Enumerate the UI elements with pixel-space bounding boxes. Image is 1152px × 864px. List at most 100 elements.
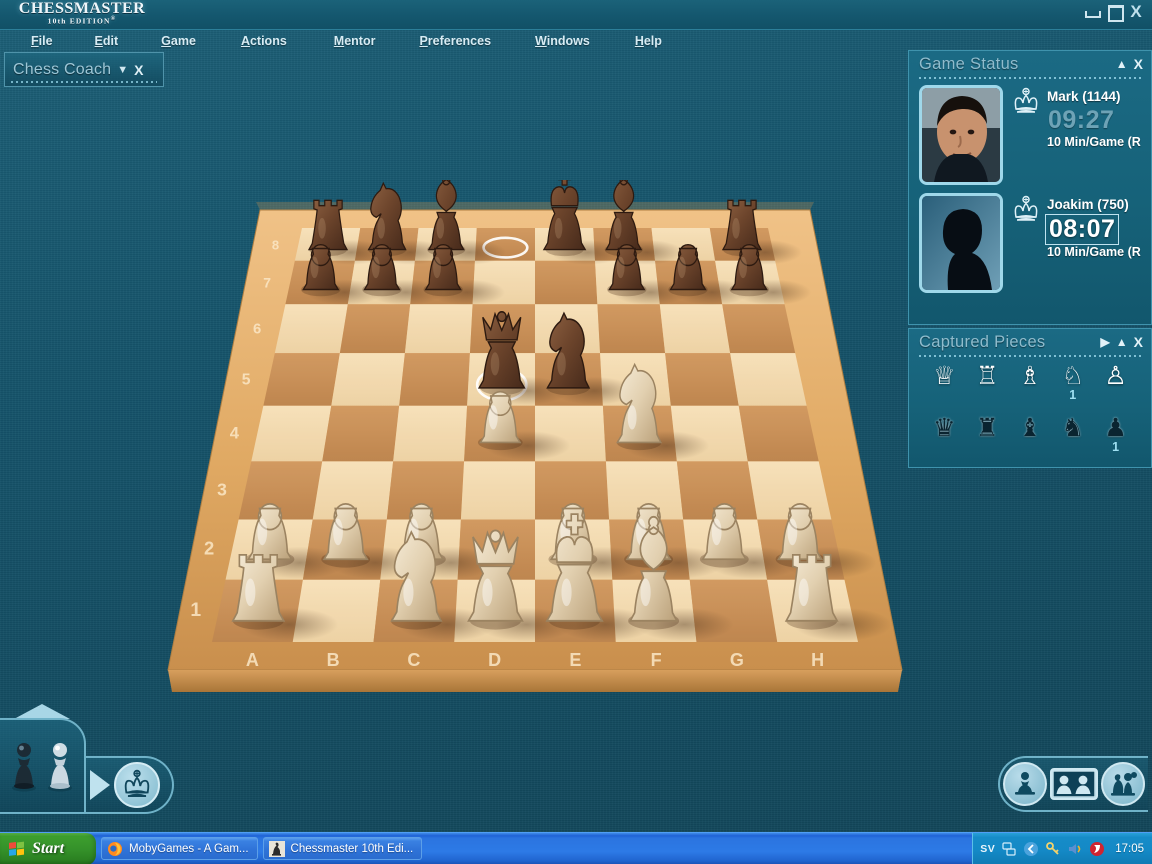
keys-icon[interactable] [1045,841,1061,857]
game-status-title: Game Status [919,54,1019,73]
white-rook-icon: ♖ [975,362,999,390]
captured-cell-white-knight: ♘ 1 [1056,363,1090,415]
captured-row-white: ♕ ♖ ♗ ♘ 1 ♙ [909,363,1151,415]
piece-body [307,199,349,251]
piece-highlight [433,256,441,279]
close-icon[interactable]: X [1128,3,1144,20]
logo-title: CHESSMASTER [18,0,146,17]
players-faces-button[interactable] [1050,768,1098,800]
chevron-right-icon[interactable]: ▶ [1101,335,1110,349]
speaker-icon[interactable] [1067,841,1083,857]
close-icon[interactable]: X [1134,334,1143,350]
piece-black-rook-H8[interactable] [721,199,763,251]
piece-highlight [554,217,563,239]
divider [11,81,157,83]
minimize-icon[interactable] [1084,5,1101,19]
expand-up-arrow-icon[interactable] [14,704,70,719]
player-name-black: Joakim (750) [1047,197,1129,212]
captured-cell-white-rook: ♖ [970,363,1004,415]
piece-highlight [257,518,268,546]
start-button[interactable]: Start [0,832,96,864]
piece-highlight [787,518,798,546]
maximize-icon[interactable] [1106,5,1124,22]
piece-body [367,181,407,251]
piece-highlight [482,578,493,607]
black-king-icon [1014,195,1038,221]
rank-label-8: 8 [272,237,279,252]
player-name-white: Mark (1144) [1047,89,1121,104]
piece-highlight [557,352,566,376]
captured-cell-black-bishop: ♝ [1013,415,1047,467]
piece-highlight [616,256,625,279]
white-pawn-icon: ♙ [1104,362,1127,390]
taskbar-item-label: MobyGames - A Gam... [129,842,249,855]
menu-bar: File Edit Game Actions Mentor Preference… [0,30,1152,52]
turn-indicator-pad [0,718,86,814]
avatar[interactable] [919,193,1003,293]
chess-coach-panel[interactable]: Chess Coach ▼ X [4,52,164,87]
coach-tray [0,704,175,816]
avatar[interactable] [919,85,1003,185]
piece-white-rook-A1[interactable] [231,553,286,622]
shield-blue-icon[interactable] [1023,841,1039,857]
menu-item-game[interactable]: Game [158,33,199,49]
file-label-E: E [569,650,581,670]
chessmaster-icon [268,840,285,857]
king-button[interactable] [114,762,160,808]
rank-label-5: 5 [242,371,251,388]
coach-action-strip [86,756,174,814]
piece-black-rook-A8[interactable] [307,199,349,251]
menu-item-help[interactable]: Help [632,33,665,49]
piece-highlight [677,256,686,279]
close-icon[interactable]: X [1134,56,1143,72]
chevron-down-icon[interactable]: ▼ [117,64,128,76]
captured-pieces-grid: ♕ ♖ ♗ ♘ 1 ♙ ♛ ♜ ♝ ♞ ♟ 1 [909,355,1151,467]
black-queen-icon: ♛ [933,414,956,442]
chevron-up-icon[interactable]: ▲ [1116,335,1128,349]
player-info-black: Joakim (750) 08:07 10 Min/Game (R [1011,193,1145,259]
menu-item-file[interactable]: File [28,33,56,49]
divider [919,77,1143,79]
piece-body [721,199,763,251]
chess-board[interactable]: 8 7 6 5 4 3 2 1 A B C D E F G H [150,180,920,710]
file-label-F: F [651,650,662,670]
captured-pieces-title: Captured Pieces [919,332,1046,351]
white-knight-icon: ♘ [1061,362,1084,390]
piece-highlight [711,518,722,546]
close-icon[interactable]: X [134,62,143,78]
chess-piece-button[interactable] [1003,762,1047,806]
piece-highlight [333,518,343,546]
black-pawn-icon [12,743,36,792]
menu-item-mentor[interactable]: Mentor [331,33,379,49]
black-rook-icon: ♜ [975,414,999,442]
taskbar-item-mobygames[interactable]: MobyGames - A Gam... [101,837,258,860]
antivirus-icon[interactable] [1089,841,1105,857]
piece-highlight [490,352,500,376]
piece-highlight [318,217,326,239]
white-bishop-icon: ♗ [1018,362,1042,390]
file-label-H: H [811,650,824,670]
piece-white-rook-H1[interactable] [784,553,839,622]
chessmaster-application-window: CHESSMASTER 10th EDITION® X File Edit Ga… [0,0,1152,864]
piece-highlight [640,578,651,607]
play-arrow-icon[interactable] [90,770,110,800]
menu-item-preferences[interactable]: Preferences [416,33,494,49]
player-row-white[interactable]: Mark (1144) 09:27 10 Min/Game (R [909,77,1151,185]
king-icon [124,769,150,797]
game-status-panel: Game Status ▲ X Mark (1144) 09:27 10 Min… [908,50,1152,325]
menu-item-actions[interactable]: Actions [238,33,290,49]
piece-black-knight-B8[interactable] [367,181,407,251]
menu-item-windows[interactable]: Windows [532,33,593,49]
game-status-header: Game Status ▲ X [909,51,1151,77]
clock[interactable]: 17:05 [1115,843,1144,855]
captured-pieces-header: Captured Pieces ▶ ▲ X [909,329,1151,355]
player-row-black[interactable]: Joakim (750) 08:07 10 Min/Game (R [909,185,1151,293]
player-clock-black: 08:07 [1045,214,1120,245]
network-icon[interactable] [1001,841,1017,857]
pieces-set-button[interactable] [1101,762,1145,806]
piece-highlight [561,578,572,607]
menu-item-edit[interactable]: Edit [92,33,122,49]
chevron-up-icon[interactable]: ▲ [1116,57,1128,71]
taskbar-item-chessmaster[interactable]: Chessmaster 10th Edi... [262,837,423,860]
language-indicator[interactable]: SV [980,843,995,855]
